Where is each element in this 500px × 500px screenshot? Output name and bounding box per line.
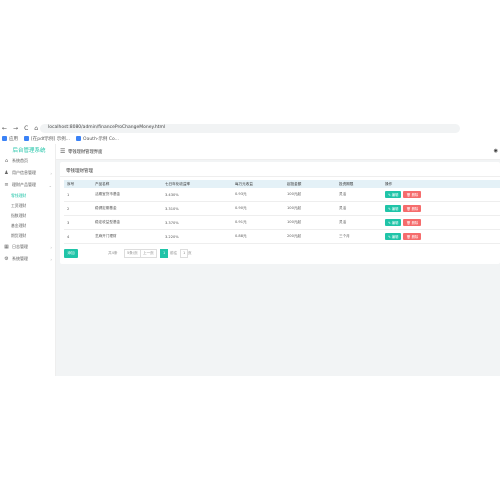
cell-min-amount: 200元起 [284, 229, 336, 244]
prev-page-button[interactable]: 上一页 [140, 249, 157, 258]
chart-icon: ≡ [4, 182, 9, 188]
cell-income: 0.90元 [232, 201, 284, 216]
sidebar-subitem-change[interactable]: 零钱理财 [0, 191, 55, 201]
url-text[interactable]: localhost:8080/admin/financeProChangeMon… [48, 125, 165, 130]
cell-min-amount: 100元起 [284, 215, 336, 230]
cell-actions: ✎ 编辑 🗑 删除 [382, 201, 500, 216]
edit-button[interactable]: ✎ 编辑 [385, 205, 402, 212]
cell-product: 活期宝货币基金 [92, 188, 162, 202]
cell-product: 芝麻开门理财 [92, 229, 162, 244]
bookmark-icon [76, 136, 82, 141]
cell-actions: ✎ 编辑 🗑 删除 [382, 229, 500, 244]
page-1-button[interactable]: 1 [160, 249, 169, 258]
cell-index: 4 [64, 229, 92, 244]
cell-term: 灵活 [336, 215, 382, 230]
cell-actions: ✎ 编辑 🗑 删除 [382, 215, 500, 230]
cell-yield: 3.310% [162, 201, 232, 216]
cell-yield: 3.220% [162, 229, 232, 244]
jump-suffix: 页 [188, 251, 192, 255]
delete-button[interactable]: 🗑 删除 [403, 219, 422, 226]
cell-income: 0.91元 [232, 215, 284, 230]
edit-button[interactable]: ✎ 编辑 [385, 233, 402, 240]
bookmark-2[interactable]: Oauth-示例 Co... [76, 136, 119, 142]
table-row: 2 稳健定期基金 3.310% 0.90元 100元起 灵活 ✎ 编辑 🗑 删除 [64, 201, 500, 216]
sidebar-item-finance[interactable]: ≡ 理财产品管理 ⌄ [0, 179, 55, 191]
blank-top-area [0, 0, 500, 122]
reload-icon[interactable]: C [24, 126, 28, 132]
settings-icon: ⚙ [4, 256, 9, 262]
total-count: 共4条 [108, 251, 118, 255]
col-product: 产品名称 [95, 181, 110, 186]
cell-income: 0.88元 [232, 229, 284, 244]
home-icon[interactable]: ⌂ [34, 126, 38, 132]
sidebar-menu: ⌂ 系统首页 ♟ 用户信息管理 › ≡ 理财产品管理 ⌄ 零钱理财 工资理财 指数理财 基… [0, 155, 55, 265]
main-header: ☰ 零钱理财管理界面 ◉ [56, 144, 500, 160]
delete-button[interactable]: 🗑 删除 [403, 191, 422, 198]
chevron-right-icon: › [50, 244, 52, 250]
sidebar-item-logs[interactable]: ▦ 日志管理 › [0, 241, 55, 253]
col-income: 每万元收益 [235, 181, 253, 186]
address-bar[interactable]: localhost:8080/admin/financeProChangeMon… [40, 124, 460, 133]
apps-icon [2, 136, 7, 141]
menu-toggle-icon[interactable]: ☰ [60, 148, 65, 155]
table-row: 1 活期宝货币基金 3.430% 0.93元 100元起 灵活 ✎ 编辑 🗑 删除 [64, 188, 500, 202]
users-icon: ♟ [4, 170, 9, 176]
chevron-right-icon: › [50, 170, 52, 176]
col-term: 投资期限 [339, 181, 354, 186]
cell-yield: 3.370% [162, 215, 232, 230]
delete-button[interactable]: 🗑 删除 [403, 233, 422, 240]
cell-income: 0.93元 [232, 188, 284, 202]
col-index: 序号 [67, 181, 75, 186]
cell-term: 灵活 [336, 188, 382, 202]
cell-product: 稳健定期基金 [92, 201, 162, 216]
sidebar-item-home[interactable]: ⌂ 系统首页 [0, 155, 55, 167]
sidebar-item-users[interactable]: ♟ 用户信息管理 › [0, 167, 55, 179]
cell-index: 3 [64, 215, 92, 230]
user-icon[interactable]: ◉ [494, 148, 498, 154]
cell-product: 稳定收益型基金 [92, 215, 162, 230]
cell-index: 2 [64, 201, 92, 216]
add-button[interactable]: 添加 [64, 249, 78, 258]
sidebar-subitem-index[interactable]: 指数理财 [0, 211, 55, 221]
cell-yield: 3.430% [162, 188, 232, 202]
col-min-amount: 起投金额 [287, 181, 302, 186]
grid-icon: ▦ [4, 244, 9, 250]
browser-nav: ← → C ⌂ [2, 126, 38, 132]
cell-actions: ✎ 编辑 🗑 删除 [382, 188, 500, 202]
table-header-row: 序号 产品名称 七日年化收益率 每万元收益 起投金额 投资期限 操作 [64, 180, 500, 188]
table-row: 4 芝麻开门理财 3.220% 0.88元 200元起 三个月 ✎ 编辑 🗑 删除 [64, 229, 500, 244]
back-icon[interactable]: ← [2, 126, 7, 132]
edit-button[interactable]: ✎ 编辑 [385, 219, 402, 226]
cell-min-amount: 100元起 [284, 201, 336, 216]
bookmark-1[interactable]: [在pdf示例] 示例... [24, 136, 70, 142]
cell-term: 三个月 [336, 229, 382, 244]
jump-prefix: 前往 [170, 251, 178, 255]
sidebar-subitem-salary[interactable]: 工资理财 [0, 201, 55, 211]
cell-term: 灵活 [336, 201, 382, 216]
edit-button[interactable]: ✎ 编辑 [385, 191, 402, 198]
home-icon: ⌂ [4, 158, 9, 164]
sidebar-subitem-futures[interactable]: 期货理财 [0, 231, 55, 241]
cell-min-amount: 100元起 [284, 188, 336, 202]
bookmark-icon [24, 136, 29, 141]
page-size-select[interactable]: 5条/页 [124, 249, 141, 258]
forward-icon[interactable]: → [13, 126, 18, 132]
chevron-down-icon: ⌄ [48, 182, 52, 188]
bookmark-apps[interactable]: 应用 [2, 136, 18, 142]
page-title: 零钱理财管理界面 [68, 150, 103, 155]
sidebar-item-system[interactable]: ⚙ 系统管理 › [0, 253, 55, 265]
card-title: 零钱理财管理 [66, 169, 93, 174]
sidebar-subitem-fund[interactable]: 基金理财 [0, 221, 55, 231]
delete-button[interactable]: 🗑 删除 [403, 205, 422, 212]
table-row: 3 稳定收益型基金 3.370% 0.91元 100元起 灵活 ✎ 编辑 🗑 删除 [64, 215, 500, 230]
app-logo: 后台管理系统 [12, 148, 46, 154]
bookmarks-bar: 应用 [在pdf示例] 示例... Oauth-示例 Co... [0, 134, 500, 143]
card-divider [60, 176, 500, 177]
chevron-right-icon: › [50, 256, 52, 262]
pagination-bar: 添加 共4条 5条/页 上一页 1 前往 1 页 [64, 249, 500, 259]
col-actions: 操作 [385, 181, 393, 186]
cell-index: 1 [64, 188, 92, 202]
products-table: 序号 产品名称 七日年化收益率 每万元收益 起投金额 投资期限 操作 1 活期宝… [64, 180, 500, 244]
col-yield: 七日年化收益率 [165, 181, 191, 186]
